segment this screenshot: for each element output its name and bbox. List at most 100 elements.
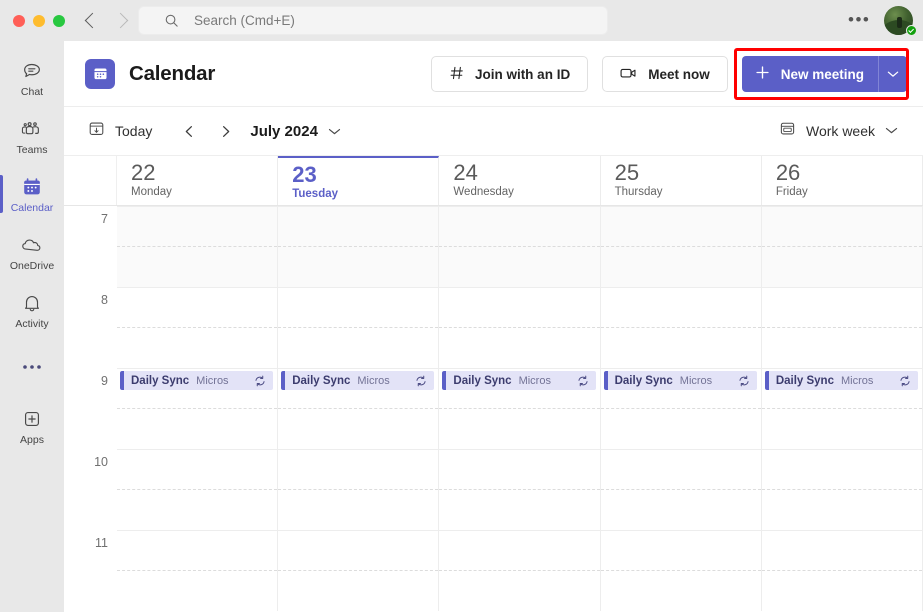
event-accent-bar <box>120 371 124 390</box>
view-selector[interactable]: Work week <box>779 120 898 142</box>
titlebar-more-button[interactable]: ••• <box>848 11 870 28</box>
hour-label: 10 <box>94 455 108 469</box>
event-title: Daily Sync <box>131 374 190 387</box>
hash-icon <box>449 65 465 84</box>
sidebar-item-more[interactable] <box>0 339 64 397</box>
day-number: 23 <box>292 162 317 187</box>
day-header-row: 22 Monday 23 Tuesday 24 Wednesday 25 Thu… <box>64 156 923 206</box>
time-gutter-header <box>64 156 117 205</box>
day-header-thursday[interactable]: 25 Thursday <box>601 156 762 205</box>
close-window-button[interactable] <box>13 14 25 27</box>
new-meeting-label: New meeting <box>780 66 864 82</box>
chevron-left-icon <box>185 125 192 137</box>
event-title: Daily Sync <box>453 374 512 387</box>
day-number: 22 <box>131 160 156 185</box>
day-header-wednesday[interactable]: 24 Wednesday <box>439 156 601 205</box>
header-actions: Join with an ID Meet now New meeting <box>430 48 909 100</box>
month-picker-button[interactable] <box>328 127 341 136</box>
work-week-icon <box>779 120 796 142</box>
event-accent-bar <box>442 371 447 390</box>
teams-calendar-window: Search (Cmd+E) ••• Chat Teams Calendar O… <box>0 0 923 612</box>
chevron-down-icon <box>328 128 341 134</box>
chevron-right-icon <box>222 125 230 137</box>
event-daily-sync[interactable]: Daily Sync Micros <box>120 371 274 390</box>
next-week-button[interactable] <box>210 116 240 146</box>
day-name: Thursday <box>614 186 663 198</box>
bell-icon <box>20 291 44 315</box>
day-name: Friday <box>775 186 808 198</box>
event-daily-sync[interactable]: Daily Sync Micros <box>764 371 919 390</box>
view-label: Work week <box>806 123 875 139</box>
day-header-friday[interactable]: 26 Friday <box>762 156 923 205</box>
sidebar-item-label: OneDrive <box>9 259 55 272</box>
calendar-app-icon <box>85 58 115 89</box>
date-navigation-bar: Today July 2024 Work week <box>64 107 923 156</box>
calendar-grid: 22 Monday 23 Tuesday 24 Wednesday 25 Thu… <box>64 156 923 611</box>
day-header-monday[interactable]: 22 Monday <box>117 156 279 205</box>
window-controls <box>13 14 65 27</box>
teams-icon <box>20 117 44 141</box>
time-grid: 7 8 9 10 11 Daily Sync Micros Daily Sync… <box>64 206 923 611</box>
time-gutter: 7 8 9 10 11 <box>64 206 117 611</box>
apps-plus-icon <box>20 407 44 431</box>
maximize-window-button[interactable] <box>53 14 65 27</box>
meet-now-label: Meet now <box>648 66 710 82</box>
repeat-icon <box>899 375 911 387</box>
sidebar-item-label: Apps <box>20 433 44 446</box>
event-subtitle: Micros <box>840 374 874 387</box>
hour-label: 8 <box>101 293 108 307</box>
repeat-icon <box>415 375 427 387</box>
sidebar-item-label: Chat <box>20 85 44 98</box>
more-dots-icon <box>20 355 44 379</box>
calendar-today-icon <box>88 120 105 142</box>
forward-icon[interactable] <box>112 12 129 29</box>
join-with-id-button[interactable]: Join with an ID <box>430 56 589 92</box>
day-name: Wednesday <box>453 186 514 198</box>
status-badge <box>906 25 917 36</box>
sidebar-item-teams[interactable]: Teams <box>0 107 64 165</box>
day-number: 26 <box>775 160 801 185</box>
event-title: Daily Sync <box>775 374 834 387</box>
event-accent-bar <box>603 371 608 390</box>
meet-now-button[interactable]: Meet now <box>602 56 728 92</box>
calendar-icon <box>20 175 44 199</box>
event-daily-sync[interactable]: Daily Sync Micros <box>281 371 435 390</box>
repeat-icon <box>577 375 589 387</box>
chevron-down-icon <box>887 65 899 83</box>
sidebar-item-calendar[interactable]: Calendar <box>0 165 64 223</box>
day-name: Monday <box>131 186 172 198</box>
cloud-icon <box>20 233 44 257</box>
new-meeting-dropdown-button[interactable] <box>878 56 907 92</box>
hour-label: 7 <box>101 212 108 226</box>
today-label: Today <box>115 123 153 139</box>
event-daily-sync[interactable]: Daily Sync Micros <box>442 371 596 390</box>
sidebar-item-chat[interactable]: Chat <box>0 49 64 107</box>
event-accent-bar <box>764 371 769 390</box>
sidebar-item-label: Calendar <box>10 201 54 214</box>
history-navigation <box>84 12 129 29</box>
day-columns: Daily Sync Micros Daily Sync Micros Dail… <box>117 206 923 611</box>
sidebar-item-apps[interactable]: Apps <box>0 397 64 455</box>
today-button[interactable]: Today <box>88 120 152 142</box>
plus-icon <box>754 64 771 84</box>
event-title: Daily Sync <box>614 374 673 387</box>
day-column-monday[interactable]: Daily Sync Micros <box>117 206 279 611</box>
avatar-figure <box>897 17 902 28</box>
event-daily-sync[interactable]: Daily Sync Micros <box>603 371 757 390</box>
back-icon[interactable] <box>84 12 101 29</box>
sidebar-item-activity[interactable]: Activity <box>0 281 64 339</box>
search-bar[interactable]: Search (Cmd+E) <box>138 6 608 35</box>
day-column-wednesday[interactable]: Daily Sync Micros <box>439 206 601 611</box>
day-column-friday[interactable]: Daily Sync Micros <box>761 206 923 611</box>
event-subtitle: Micros <box>196 374 229 387</box>
day-name: Tuesday <box>292 188 339 200</box>
new-meeting-group: New meeting <box>733 48 909 100</box>
minimize-window-button[interactable] <box>33 14 45 27</box>
day-column-tuesday[interactable]: Daily Sync Micros <box>278 206 440 611</box>
sidebar-item-onedrive[interactable]: OneDrive <box>0 223 64 281</box>
day-header-tuesday[interactable]: 23 Tuesday <box>278 156 440 205</box>
new-meeting-button[interactable]: New meeting <box>741 56 878 92</box>
day-column-thursday[interactable]: Daily Sync Micros <box>600 206 762 611</box>
day-number: 25 <box>614 160 640 185</box>
previous-week-button[interactable] <box>174 116 204 146</box>
